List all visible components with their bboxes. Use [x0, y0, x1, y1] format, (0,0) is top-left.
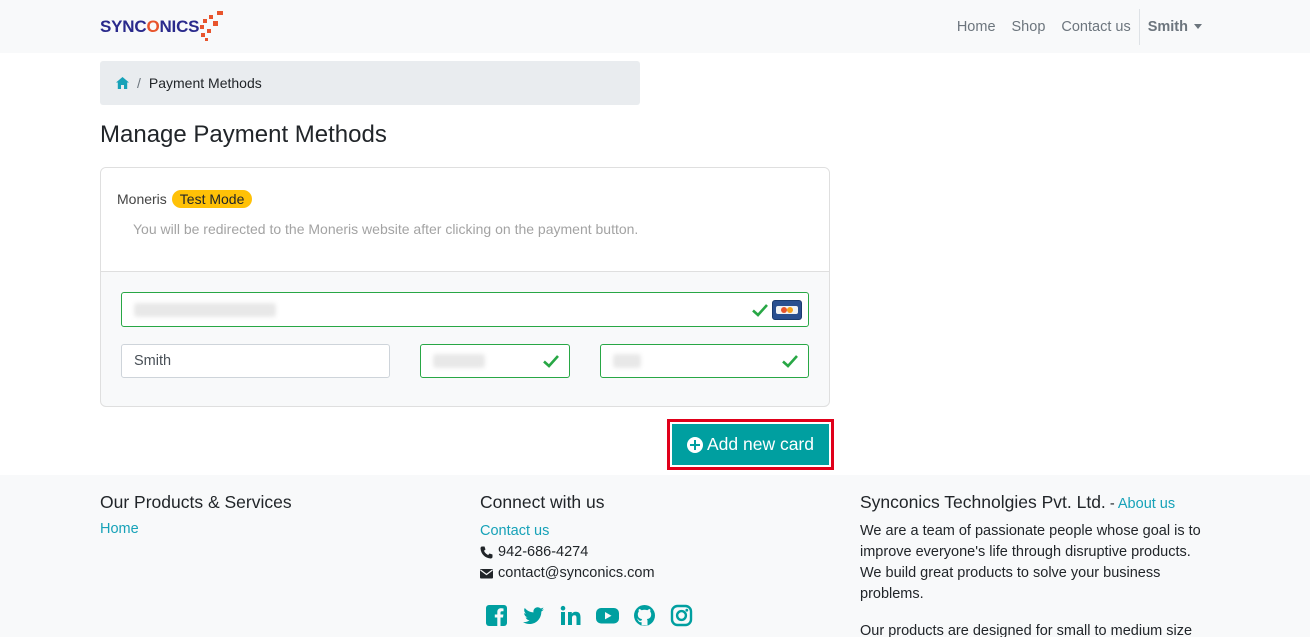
footer-email-text: contact@synconics.com — [498, 565, 655, 581]
footer-contact-link[interactable]: Contact us — [480, 521, 707, 542]
cvv-value — [613, 354, 641, 368]
card-number-value — [134, 302, 276, 317]
card-brand-icon — [772, 300, 802, 320]
provider-row: Moneris Test Mode — [117, 190, 253, 208]
facebook-icon[interactable] — [485, 604, 508, 627]
footer-connect: Connect with us Contact us 942-686-4274 … — [480, 492, 707, 627]
card-number-field[interactable] — [121, 292, 809, 327]
redirect-note: You will be redirected to the Moneris we… — [133, 221, 639, 237]
provider-header: Moneris Test Mode You will be redirected… — [101, 168, 829, 272]
footer-about-link[interactable]: About us — [1118, 496, 1175, 512]
footer-products-title: Our Products & Services — [100, 492, 292, 512]
valid-check-icon — [782, 355, 798, 368]
top-navbar: SYNCONICS Home Shop Contact us Smith — [0, 0, 1310, 53]
expiry-value — [433, 354, 485, 368]
footer-company-dash: - — [1105, 496, 1118, 512]
add-card-highlight: Add new card — [667, 419, 834, 470]
valid-check-icon — [752, 304, 768, 317]
valid-check-icon — [543, 355, 559, 368]
twitter-icon[interactable] — [522, 604, 545, 627]
home-icon[interactable] — [116, 77, 129, 89]
footer-phone-text: 942-686-4274 — [498, 544, 589, 560]
add-new-card-button[interactable]: Add new card — [672, 424, 829, 465]
logo-dots-icon — [195, 10, 231, 44]
footer-products: Our Products & Services Home — [100, 492, 292, 537]
envelope-icon — [480, 569, 493, 579]
footer-company-heading: Synconics Technolgies Pvt. Ltd. - About … — [860, 492, 1210, 513]
nav-shop-link[interactable]: Shop — [1012, 19, 1046, 35]
social-links — [485, 604, 707, 627]
user-menu-dropdown[interactable]: Smith — [1148, 19, 1202, 35]
breadcrumb-separator: / — [137, 75, 141, 91]
instagram-icon[interactable] — [670, 604, 693, 627]
footer-company-title: Synconics Technolgies Pvt. Ltd. — [860, 492, 1106, 512]
footer-phone: 942-686-4274 — [480, 542, 707, 563]
footer-company: Synconics Technolgies Pvt. Ltd. - About … — [860, 492, 1210, 637]
payment-method-card: Moneris Test Mode You will be redirected… — [100, 167, 830, 407]
footer-about-text: We are a team of passionate people whose… — [860, 523, 1201, 602]
expiry-date-input[interactable] — [420, 344, 570, 378]
page-title: Manage Payment Methods — [100, 121, 387, 148]
breadcrumb-current: Payment Methods — [148, 75, 262, 91]
logo-text: SYNCONICS — [100, 17, 200, 36]
footer-products-text: Our products are designed for small to m… — [860, 623, 1193, 637]
caret-down-icon — [1194, 24, 1202, 29]
footer: Our Products & Services Home Connect wit… — [0, 475, 1310, 637]
nav-menu: Home Shop Contact us Smith — [941, 0, 1202, 53]
test-mode-badge: Test Mode — [171, 190, 253, 208]
github-icon[interactable] — [633, 604, 656, 627]
footer-home-link[interactable]: Home — [100, 521, 292, 537]
phone-icon — [480, 546, 493, 559]
nav-divider — [1138, 8, 1140, 45]
synconics-logo[interactable]: SYNCONICS — [100, 10, 231, 44]
nav-home-link[interactable]: Home — [957, 19, 996, 35]
provider-name: Moneris — [117, 191, 167, 207]
youtube-icon[interactable] — [596, 604, 619, 627]
breadcrumb: / Payment Methods — [100, 61, 640, 105]
cardholder-name-input[interactable]: Smith — [121, 344, 390, 378]
add-new-card-label: Add new card — [706, 434, 814, 454]
user-name: Smith — [1147, 18, 1188, 35]
linkedin-icon[interactable] — [559, 604, 582, 627]
cvv-input[interactable] — [600, 344, 809, 378]
footer-connect-title: Connect with us — [480, 492, 605, 512]
footer-email: contact@synconics.com — [480, 563, 707, 584]
plus-circle-icon — [686, 436, 703, 453]
nav-contact-link[interactable]: Contact us — [1061, 19, 1130, 35]
cardholder-name-value: Smith — [134, 353, 172, 369]
